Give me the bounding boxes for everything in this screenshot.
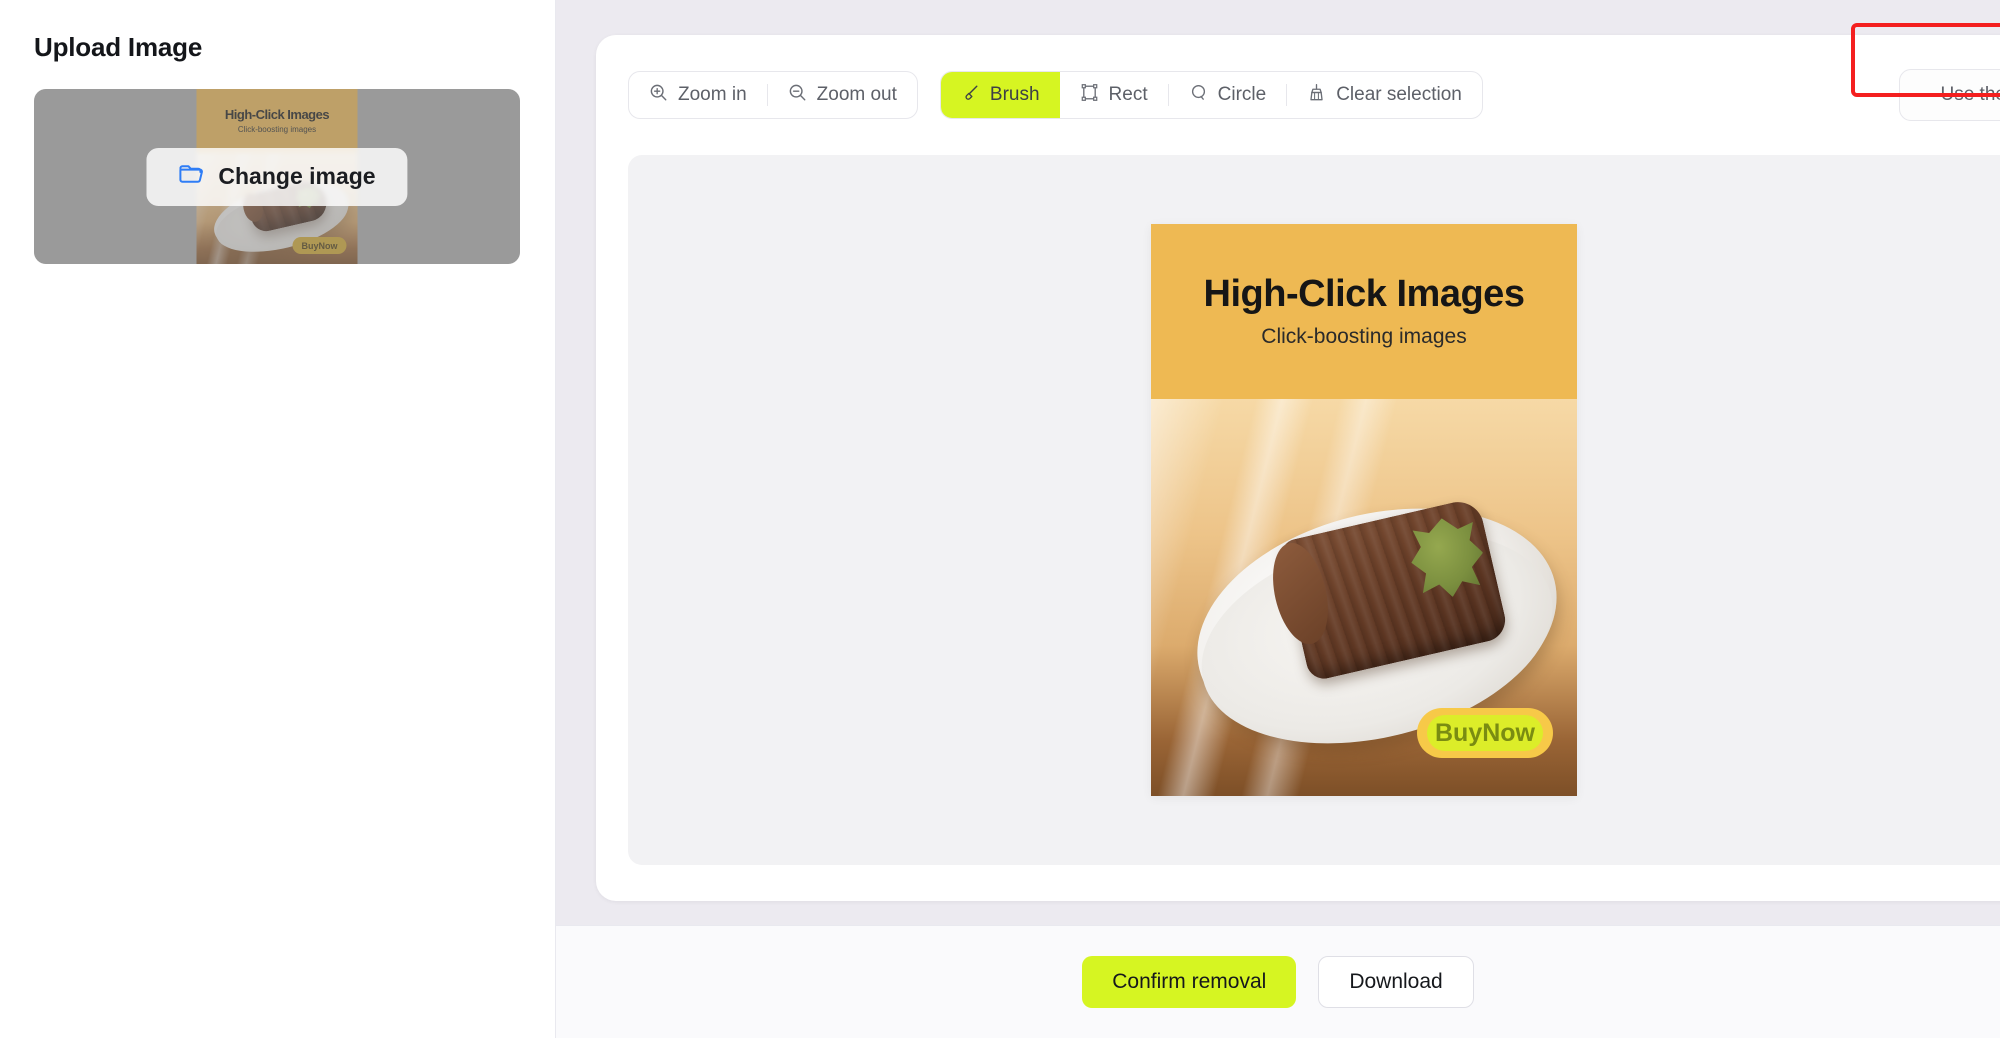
editor-canvas[interactable]: High-Click Images Click-boosting images [628, 155, 2000, 865]
rect-tool-label: Rect [1108, 84, 1148, 105]
creative-title-thumb: High-Click Images [224, 106, 330, 122]
creative-photo: BuyNow [1151, 399, 1577, 796]
zoom-in-button[interactable]: Zoom in [629, 72, 767, 118]
ad-creative-preview: High-Click Images Click-boosting images [1151, 224, 1577, 796]
buy-now-button: BuyNow [1417, 708, 1553, 758]
selection-tool-group: Brush Rect Circle Clear selection [939, 71, 1483, 119]
zoom-out-button[interactable]: Zoom out [768, 72, 917, 118]
editor-card: Zoom in Zoom out Brush Rect Circle Clear… [596, 35, 2000, 901]
circle-tool-button[interactable]: Circle [1169, 72, 1287, 118]
change-image-button[interactable]: Change image [146, 147, 408, 206]
use-original-image-wrap: Use the original image [1899, 69, 2000, 121]
clear-selection-label: Clear selection [1336, 84, 1462, 105]
creative-subtitle: Click-boosting images [1261, 324, 1467, 348]
action-footer: Confirm removal Download [556, 925, 2000, 1038]
editor-panel: Zoom in Zoom out Brush Rect Circle Clear… [556, 0, 2000, 1038]
circle-select-icon [1189, 83, 1208, 108]
brush-tool-label: Brush [989, 84, 1040, 105]
zoom-in-icon [649, 83, 668, 108]
image-editor-app: Upload Image High-Click Images Click-boo… [0, 0, 2000, 1038]
buy-now-label: BuyNow [1435, 718, 1535, 747]
image-preview[interactable]: High-Click Images Click-boosting images [1151, 224, 1577, 796]
download-button[interactable]: Download [1318, 956, 1474, 1008]
brush-tool-button[interactable]: Brush [940, 72, 1060, 118]
zoom-in-label: Zoom in [678, 84, 747, 105]
zoom-out-label: Zoom out [816, 84, 897, 105]
upload-sidebar: Upload Image High-Click Images Click-boo… [0, 0, 556, 1038]
brush-icon [961, 83, 980, 108]
creative-title: High-Click Images [1203, 273, 1525, 315]
uploaded-image-thumbnail[interactable]: High-Click Images Click-boosting images … [34, 89, 520, 265]
editor-toolbar: Zoom in Zoom out Brush Rect Circle Clear… [628, 71, 2000, 119]
page-title: Upload Image [34, 32, 203, 62]
use-original-image-button[interactable]: Use the original image [1899, 69, 2000, 121]
change-image-label: Change image [218, 163, 376, 190]
buy-now-button-thumb: BuyNow [292, 237, 347, 255]
creative-subtitle-thumb: Click-boosting images [237, 125, 317, 135]
zoom-out-icon [788, 83, 807, 108]
creative-header: High-Click Images Click-boosting images [1151, 224, 1577, 399]
clear-selection-button[interactable]: Clear selection [1287, 72, 1482, 118]
zoom-tool-group: Zoom in Zoom out [628, 71, 918, 119]
broom-icon [1307, 83, 1326, 108]
rectangle-select-icon [1080, 83, 1099, 108]
creative-header-thumb: High-Click Images Click-boosting images [196, 89, 358, 154]
folder-open-icon [178, 163, 204, 191]
confirm-removal-button[interactable]: Confirm removal [1082, 956, 1297, 1008]
circle-tool-label: Circle [1217, 84, 1267, 105]
rect-tool-button[interactable]: Rect [1060, 72, 1168, 118]
